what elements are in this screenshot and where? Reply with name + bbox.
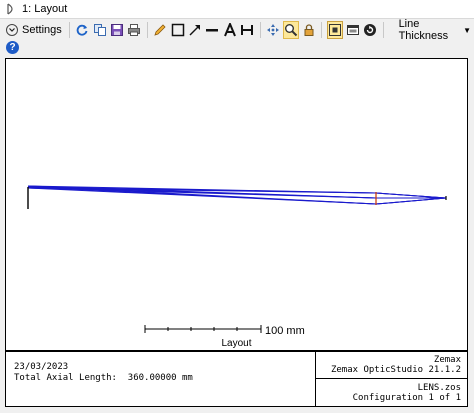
zemax-window-icon (7, 3, 13, 15)
total-axial-length: Total Axial Length: 360.00000 mm (14, 373, 193, 383)
copy-button[interactable] (92, 21, 107, 39)
dimension-icon (241, 25, 254, 35)
scale-bar (144, 325, 262, 333)
save-icon (110, 24, 123, 36)
copy-icon (93, 24, 106, 36)
chevron-down-icon (6, 24, 18, 36)
settings-label: Settings (22, 24, 62, 36)
toolbar-separator (146, 22, 148, 38)
pan-button[interactable] (266, 21, 281, 39)
rectangle-icon (171, 23, 184, 37)
rectangle-button[interactable] (170, 21, 185, 39)
print-icon (128, 24, 141, 36)
dropdown-arrow-icon: ▼ (463, 25, 472, 35)
toolbar: Settings Line Thickness ▼ (0, 18, 474, 42)
plot-panel-title: Layout (5, 338, 468, 351)
line-thickness-label: Line Thickness (398, 18, 449, 42)
zoom-button[interactable] (282, 21, 299, 39)
refresh-button[interactable] (75, 21, 90, 39)
date-label: 23/03/2023 (14, 362, 69, 372)
ray-fan (27, 185, 447, 205)
info-left: 23/03/2023 Total Axial Length: 360.00000 … (14, 362, 193, 384)
fit-button[interactable] (327, 21, 344, 39)
arrow-button[interactable] (187, 21, 202, 39)
window-titlebar: 1: Layout (0, 0, 474, 19)
lock-button[interactable] (301, 21, 316, 39)
arrow-icon (189, 25, 201, 36)
fit-icon (329, 24, 342, 36)
save-button[interactable] (109, 21, 124, 39)
lock-icon (304, 24, 314, 36)
product-label: Zemax OpticStudio 21.1.2 (330, 365, 461, 375)
pencil-button[interactable] (153, 21, 168, 39)
print-button[interactable] (127, 21, 142, 39)
configuration-label: Configuration 1 of 1 (352, 393, 461, 403)
window-title: 1: Layout (22, 3, 68, 15)
company-label: Zemax (433, 355, 461, 365)
cycle-button[interactable] (362, 21, 377, 39)
info-block: 23/03/2023 Total Axial Length: 360.00000 … (5, 351, 468, 407)
toolbar-separator (382, 22, 384, 38)
toolbar-separator (68, 22, 70, 38)
info-company-cell: Zemax Zemax OpticStudio 21.1.2 (315, 352, 467, 379)
pencil-icon (154, 24, 166, 36)
refresh-icon (76, 24, 88, 36)
info-file-cell: LENS.zos Configuration 1 of 1 (315, 379, 467, 406)
pan-icon (267, 24, 280, 36)
settings-button[interactable]: Settings (6, 20, 65, 40)
text-icon (223, 23, 236, 37)
zoom-icon (284, 24, 298, 37)
layout-plot-canvas[interactable]: 100 mm (5, 58, 468, 339)
line-icon (206, 29, 219, 32)
text-button[interactable] (222, 21, 237, 39)
toolbar-separator (321, 22, 323, 38)
help-icon[interactable]: ? (6, 41, 19, 54)
dimension-button[interactable] (239, 21, 254, 39)
line-button[interactable] (205, 21, 220, 39)
layout-drawing: 100 mm (27, 185, 447, 337)
window-button[interactable] (345, 21, 360, 39)
help-row: ? (6, 41, 19, 55)
toolbar-separator (259, 22, 261, 38)
window-icon (346, 25, 359, 35)
cycle-icon (364, 24, 377, 36)
scale-bar-label: 100 mm (265, 325, 305, 337)
file-label: LENS.zos (417, 383, 461, 393)
line-thickness-dropdown[interactable]: Line Thickness ▼ (396, 18, 474, 42)
